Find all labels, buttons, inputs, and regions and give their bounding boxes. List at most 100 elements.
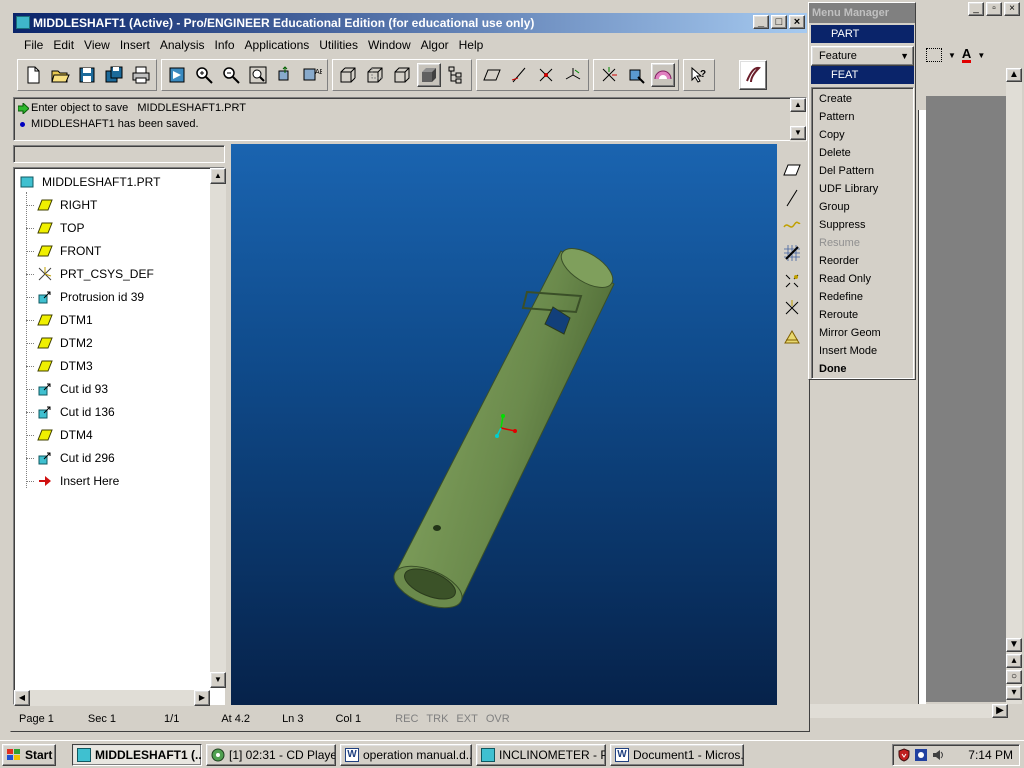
tree-root[interactable]: MIDDLESHAFT1.PRT: [18, 172, 160, 192]
new-icon[interactable]: [21, 63, 45, 87]
prev-page-icon[interactable]: ▴: [1006, 654, 1022, 668]
menu-item-reorder[interactable]: Reorder: [819, 252, 859, 270]
menu-file[interactable]: File: [19, 38, 48, 52]
tree-item[interactable]: TOP: [26, 218, 84, 238]
next-page-icon[interactable]: ▾: [1006, 686, 1022, 700]
part-menu-header[interactable]: PART: [811, 25, 914, 43]
datum-planes-icon[interactable]: [480, 63, 504, 87]
menu-item-group[interactable]: Group: [819, 198, 850, 216]
chevron-down-icon[interactable]: ▼: [948, 51, 956, 60]
appearance-icon[interactable]: [651, 63, 675, 87]
csys-tool-icon[interactable]: [781, 298, 803, 320]
menu-view[interactable]: View: [79, 38, 115, 52]
scroll-up-icon[interactable]: ▲: [1006, 68, 1022, 82]
datum-curve-tool-icon[interactable]: [781, 214, 803, 236]
menu-item-pattern[interactable]: Pattern: [819, 108, 854, 126]
reorient-icon[interactable]: [273, 63, 297, 87]
open-icon[interactable]: [48, 63, 72, 87]
menu-item-suppress[interactable]: Suppress: [819, 216, 865, 234]
bg-vertical-scrollbar[interactable]: ▲ ▼ ▴ ○ ▾: [1006, 68, 1022, 704]
menu-item-copy[interactable]: Copy: [819, 126, 845, 144]
font-color-icon[interactable]: A: [961, 47, 972, 63]
tree-vertical-scrollbar[interactable]: ▲ ▼: [210, 168, 226, 688]
feat-menu-header[interactable]: FEAT: [811, 66, 914, 84]
repaint-icon[interactable]: [165, 63, 189, 87]
network-icon[interactable]: [914, 748, 928, 762]
model-tree-icon[interactable]: [444, 63, 468, 87]
shading-icon[interactable]: [417, 63, 441, 87]
menu-edit[interactable]: Edit: [48, 38, 79, 52]
graphics-window[interactable]: [231, 144, 777, 705]
menu-item-create[interactable]: Create: [819, 90, 852, 108]
tree-item[interactable]: Insert Here: [26, 471, 119, 491]
save-copy-icon[interactable]: [102, 63, 126, 87]
tree-item[interactable]: Protrusion id 39: [26, 287, 144, 307]
tree-item[interactable]: PRT_CSYS_DEF: [26, 264, 154, 284]
scroll-down-icon[interactable]: ▼: [1006, 638, 1022, 652]
taskbar-item-word-manual[interactable]: W operation manual.d...: [340, 744, 472, 766]
zoom-out-icon[interactable]: [219, 63, 243, 87]
hidden-line-icon[interactable]: [363, 63, 387, 87]
menu-help[interactable]: Help: [454, 38, 489, 52]
wireframe-icon[interactable]: [336, 63, 360, 87]
menu-info[interactable]: Info: [210, 38, 240, 52]
menu-applications[interactable]: Applications: [240, 38, 315, 52]
no-hidden-icon[interactable]: [390, 63, 414, 87]
scroll-left-icon[interactable]: ◀: [14, 690, 30, 706]
select-browse-icon[interactable]: ○: [1006, 670, 1022, 684]
scroll-down-icon[interactable]: ▼: [210, 672, 226, 688]
taskbar-item-inclinometer[interactable]: INCLINOMETER - Pr...: [476, 744, 606, 766]
menu-insert[interactable]: Insert: [115, 38, 155, 52]
menu-item-insert-mode[interactable]: Insert Mode: [819, 342, 877, 360]
border-icon[interactable]: [926, 48, 942, 62]
message-scrollbar[interactable]: ▲ ▼: [790, 98, 806, 142]
maximize-button[interactable]: □: [771, 15, 787, 29]
zoom-in-icon[interactable]: [192, 63, 216, 87]
menu-item-redefine[interactable]: Redefine: [819, 288, 863, 306]
taskbar-item-cdplayer[interactable]: [1] 02:31 - CD Player: [206, 744, 336, 766]
scroll-right-icon[interactable]: ▶: [992, 704, 1008, 718]
volume-icon[interactable]: [931, 748, 945, 762]
menu-item-mirror-geom[interactable]: Mirror Geom: [819, 324, 881, 342]
menu-window[interactable]: Window: [363, 38, 416, 52]
tree-item[interactable]: RIGHT: [26, 195, 97, 215]
saved-views-icon[interactable]: AB: [300, 63, 324, 87]
spin-center-icon[interactable]: [597, 63, 621, 87]
save-icon[interactable]: [75, 63, 99, 87]
close-button[interactable]: ×: [789, 15, 805, 29]
tree-item[interactable]: Cut id 136: [26, 402, 115, 422]
menu-item-done[interactable]: Done: [819, 360, 847, 378]
start-button[interactable]: Start: [2, 744, 56, 766]
tree-item[interactable]: Cut id 93: [26, 379, 108, 399]
datum-plane-tool-icon[interactable]: [781, 159, 803, 181]
menu-item-del-pattern[interactable]: Del Pattern: [819, 162, 874, 180]
tree-item[interactable]: DTM1: [26, 310, 93, 330]
shield-icon[interactable]: [897, 748, 911, 762]
title-bar[interactable]: MIDDLESHAFT1 (Active) - Pro/ENGINEER Edu…: [13, 13, 807, 33]
scroll-track[interactable]: [790, 112, 806, 126]
menu-item-reroute[interactable]: Reroute: [819, 306, 858, 324]
tree-item[interactable]: DTM2: [26, 333, 93, 353]
tree-item[interactable]: DTM3: [26, 356, 93, 376]
datum-axes-icon[interactable]: [507, 63, 531, 87]
tree-horizontal-scrollbar[interactable]: ◀ ▶: [14, 690, 210, 706]
sketch-tool-icon[interactable]: [781, 242, 803, 264]
analysis-tool-icon[interactable]: [781, 325, 803, 347]
part-model[interactable]: [231, 144, 777, 705]
whats-this-icon[interactable]: ?: [687, 63, 711, 87]
menu-analysis[interactable]: Analysis: [155, 38, 210, 52]
feature-dropdown[interactable]: Feature ▼: [811, 46, 914, 66]
datum-csys-icon[interactable]: [561, 63, 585, 87]
scroll-down-icon[interactable]: ▼: [790, 126, 806, 140]
tree-sash[interactable]: [13, 145, 225, 163]
print-icon[interactable]: [129, 63, 153, 87]
chevron-down-icon[interactable]: ▼: [977, 51, 985, 60]
menu-item-udf-library[interactable]: UDF Library: [819, 180, 878, 198]
menu-manager-title[interactable]: Menu Manager: [809, 3, 915, 23]
bg-horizontal-scrollbar[interactable]: ▶: [808, 704, 1008, 718]
scroll-up-icon[interactable]: ▲: [790, 98, 806, 112]
taskbar-item-document1[interactable]: W Document1 - Micros...: [610, 744, 744, 766]
scroll-right-icon[interactable]: ▶: [194, 690, 210, 706]
menu-algor[interactable]: Algor: [416, 38, 454, 52]
bg-close-button[interactable]: ×: [1004, 2, 1020, 16]
